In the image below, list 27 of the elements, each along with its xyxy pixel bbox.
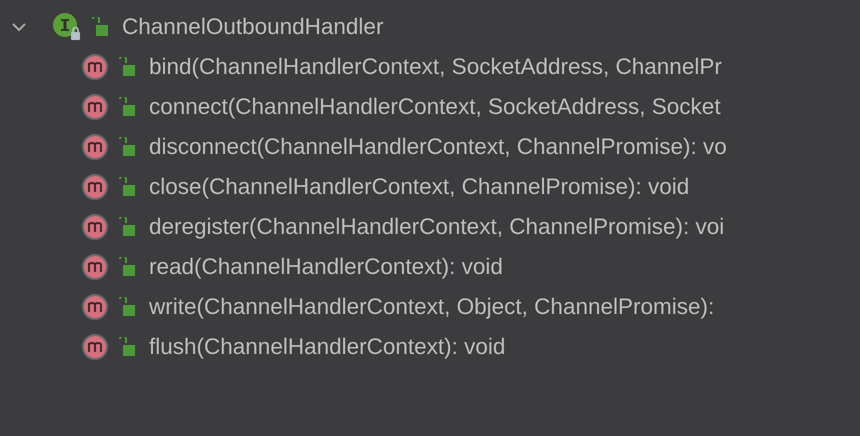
- unlocked-padlock-icon: [117, 177, 135, 197]
- method-icon: [81, 213, 109, 241]
- tree-item-label[interactable]: disconnect(ChannelHandlerContext, ChannelPromise): vo: [149, 134, 727, 160]
- tree-item-label[interactable]: deregister(ChannelHandlerContext, ChannelPromise): voi: [149, 214, 724, 240]
- method-icon: [81, 53, 109, 81]
- method-icon: [81, 293, 109, 321]
- method-icon: [81, 333, 109, 361]
- unlocked-padlock-icon: [117, 337, 135, 357]
- tree-item-label[interactable]: bind(ChannelHandlerContext, SocketAddress, ChannelPr: [149, 54, 722, 80]
- unlocked-padlock-icon: [117, 297, 135, 317]
- tree-item-label[interactable]: write(ChannelHandlerContext, Object, ChannelPromise):: [149, 294, 714, 320]
- unlocked-padlock-icon: [117, 57, 135, 77]
- unlocked-padlock-icon: [117, 97, 135, 117]
- method-icon: [81, 93, 109, 121]
- method-icon: [81, 133, 109, 161]
- tree-item-label[interactable]: ChannelOutboundHandler: [122, 14, 384, 40]
- method-icon: [81, 173, 109, 201]
- tree-item-label[interactable]: read(ChannelHandlerContext): void: [149, 254, 503, 280]
- method-icon: [81, 253, 109, 281]
- unlocked-padlock-icon: [117, 257, 135, 277]
- unlocked-padlock-icon: [117, 137, 135, 157]
- tree-item-label[interactable]: close(ChannelHandlerContext, ChannelPromise): void: [149, 174, 690, 200]
- interface-icon: [52, 12, 82, 42]
- unlocked-padlock-icon: [90, 17, 108, 37]
- tree-item-label[interactable]: flush(ChannelHandlerContext): void: [149, 334, 506, 360]
- unlocked-padlock-icon: [117, 217, 135, 237]
- tree-item-label[interactable]: connect(ChannelHandlerContext, SocketAddress, Socket: [149, 94, 721, 120]
